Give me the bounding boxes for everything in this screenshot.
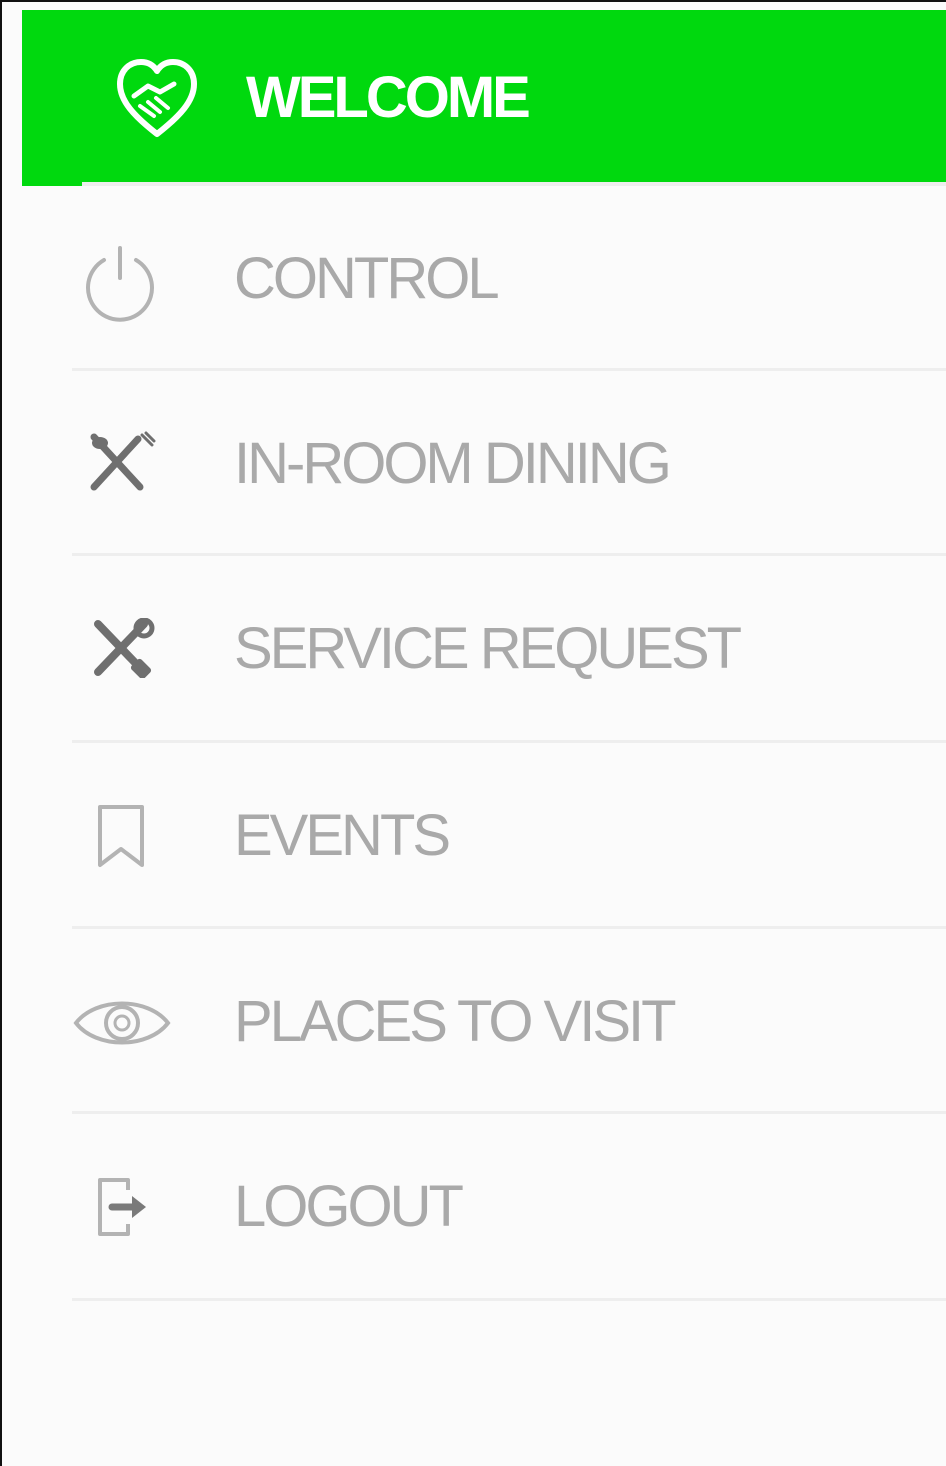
menu-item-in-room-dining[interactable]: IN-ROOM DINING	[72, 371, 946, 555]
menu-item-label: SERVICE REQUEST	[234, 616, 742, 681]
heart-handshake-icon	[114, 56, 200, 140]
menu-item-label: EVENTS	[234, 803, 451, 868]
power-icon	[72, 244, 172, 334]
menu-item-control[interactable]: CONTROL	[72, 186, 946, 370]
menu-item-label: LOGOUT	[234, 1174, 464, 1239]
fork-knife-icon	[72, 431, 172, 521]
menu-item-logout[interactable]: LOGOUT	[72, 1114, 946, 1298]
menu-item-label: CONTROL	[234, 246, 500, 311]
menu-item-events[interactable]: EVENTS	[72, 743, 946, 927]
tools-icon	[72, 617, 172, 708]
menu-item-places-to-visit[interactable]: PLACES TO VISIT	[72, 929, 946, 1113]
menu-item-welcome[interactable]: WELCOME	[22, 10, 946, 186]
logout-icon	[72, 1176, 172, 1266]
menu-item-label: PLACES TO VISIT	[234, 989, 677, 1054]
side-menu: WELCOME CONTROL IN-ROOM DINING SERVICE R…	[0, 0, 946, 1466]
menu-item-label: WELCOME	[246, 65, 531, 130]
menu-item-label: IN-ROOM DINING	[234, 431, 672, 496]
bookmark-icon	[72, 803, 172, 893]
eye-icon	[72, 997, 172, 1087]
menu-item-service-request[interactable]: SERVICE REQUEST	[72, 556, 946, 740]
divider	[72, 1298, 946, 1301]
